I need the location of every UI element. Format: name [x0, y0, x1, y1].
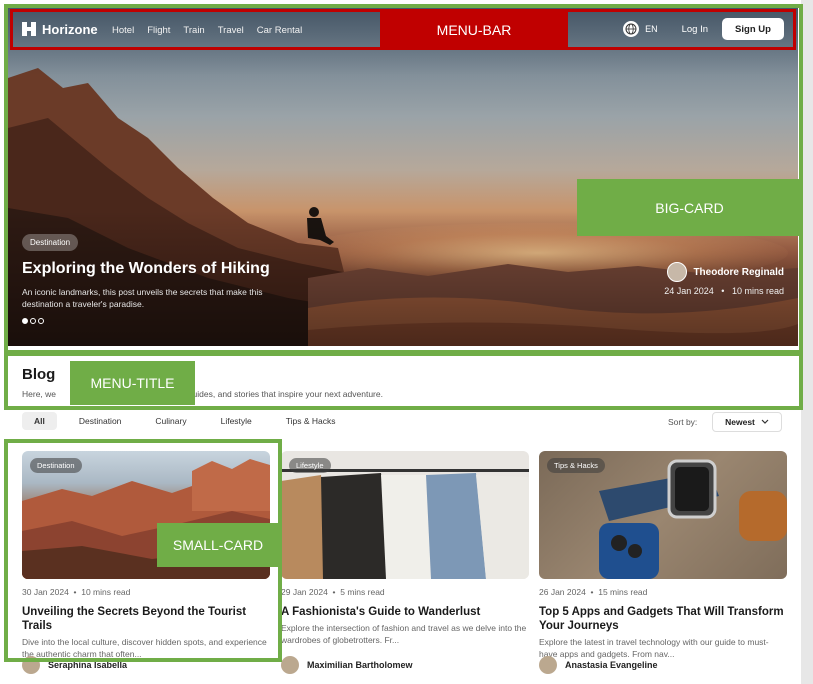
- card-author: Anastasia Evangeline: [539, 656, 658, 674]
- avatar: [281, 656, 299, 674]
- filter-chip-lifestyle[interactable]: Lifestyle: [209, 412, 264, 430]
- filter-chip-destination[interactable]: Destination: [67, 412, 134, 430]
- card-image[interactable]: Tips & Hacks: [539, 451, 787, 579]
- blog-page: Horizone Hotel Flight Train Travel Car R…: [0, 0, 813, 684]
- card-meta: 26 Jan 2024 • 15 mins read: [539, 587, 648, 597]
- menu-title-label: MENU-TITLE: [70, 361, 195, 405]
- blog-card[interactable]: Tips & Hacks 26 Jan 2024 • 15 mins read …: [539, 451, 787, 674]
- filter-chip-all[interactable]: All: [22, 412, 57, 430]
- card-date: 29 Jan 2024: [281, 587, 328, 597]
- menu-bar-label: MENU-BAR: [380, 12, 568, 48]
- avatar: [539, 656, 557, 674]
- chevron-down-icon: [761, 419, 769, 424]
- big-card-label: BIG-CARD: [577, 179, 802, 236]
- card-read-time: 15 mins read: [598, 587, 648, 597]
- card-title[interactable]: Top 5 Apps and Gadgets That Will Transfo…: [539, 605, 787, 633]
- card-title[interactable]: A Fashionista's Guide to Wanderlust: [281, 605, 529, 619]
- sort-label: Sort by:: [668, 417, 698, 427]
- card-category-badge[interactable]: Lifestyle: [289, 458, 331, 473]
- card-author-name: Maximilian Bartholomew: [307, 660, 413, 670]
- small-card-label: SMALL-CARD: [157, 523, 279, 567]
- sort-value: Newest: [725, 417, 755, 427]
- sort-dropdown[interactable]: Newest: [712, 412, 782, 432]
- card-category-badge[interactable]: Tips & Hacks: [547, 458, 605, 473]
- card-author-name: Anastasia Evangeline: [565, 660, 658, 670]
- category-filter-bar: All Destination Culinary Lifestyle Tips …: [22, 412, 358, 430]
- filter-chip-tips-hacks[interactable]: Tips & Hacks: [274, 412, 348, 430]
- card-meta: 29 Jan 2024 • 5 mins read: [281, 587, 385, 597]
- filter-chip-culinary[interactable]: Culinary: [143, 412, 198, 430]
- blog-card[interactable]: Lifestyle 29 Jan 2024 • 5 mins read A Fa…: [281, 451, 529, 674]
- card-date: 26 Jan 2024: [539, 587, 586, 597]
- card-image[interactable]: Lifestyle: [281, 451, 529, 579]
- card-read-time: 5 mins read: [340, 587, 385, 597]
- card-author: Maximilian Bartholomew: [281, 656, 413, 674]
- card-description: Explore the intersection of fashion and …: [281, 623, 527, 645]
